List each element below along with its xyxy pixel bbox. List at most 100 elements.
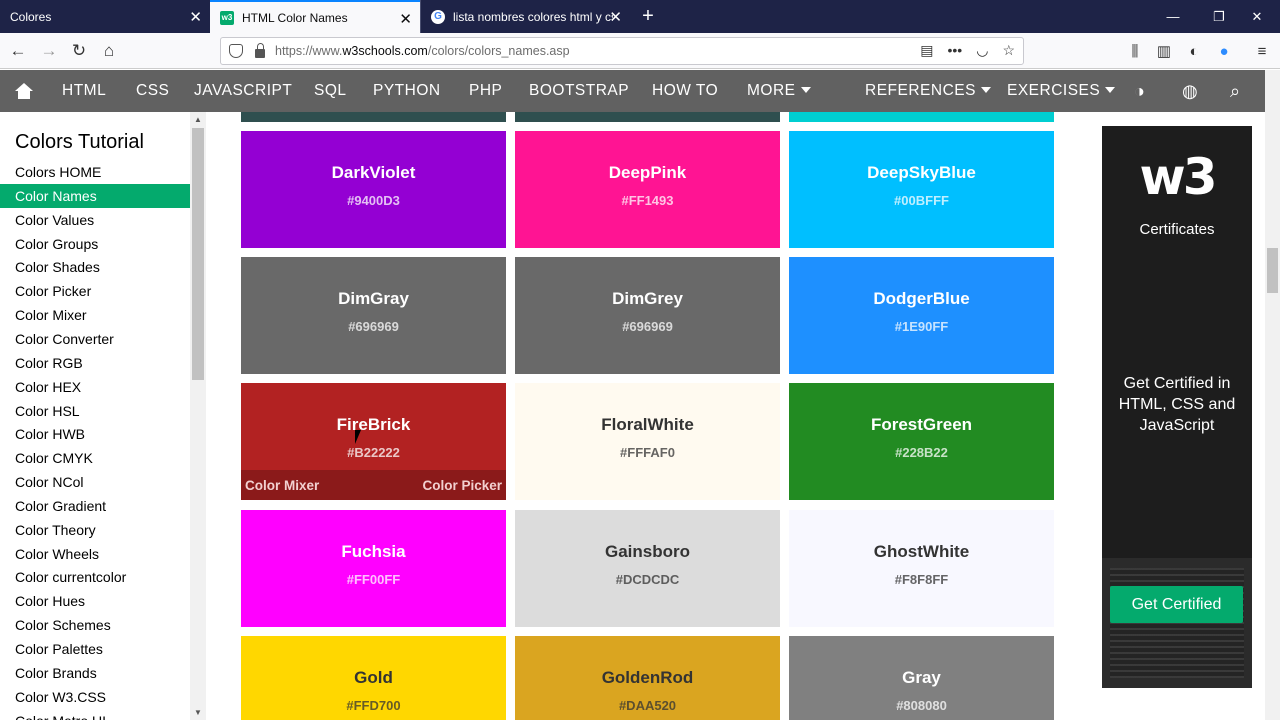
sidebar-item[interactable]: Color HSL	[0, 399, 190, 423]
sidebar-item[interactable]: Color Metro UI	[0, 709, 190, 720]
scroll-up-arrow-icon[interactable]: ▲	[190, 112, 206, 126]
browser-tab-html-color-names[interactable]: w3 HTML Color Names ✕	[210, 0, 420, 33]
sidebar-item[interactable]: Color Picker	[0, 279, 190, 303]
menu-python[interactable]: PYTHON	[373, 70, 441, 112]
color-swatch[interactable]: Gray #808080	[789, 636, 1054, 720]
address-bar[interactable]: https://www. w3schools.com/colors/colors_…	[220, 37, 1024, 65]
forward-arrow-icon[interactable]: →	[37, 39, 61, 63]
account-icon[interactable]: ◐	[1183, 39, 1205, 63]
home-icon[interactable]: ⌂	[97, 39, 121, 63]
color-swatch[interactable]: Gold #FFD700	[241, 636, 506, 720]
menu-bootstrap[interactable]: BOOTSTRAP	[529, 70, 629, 112]
sidebar-item[interactable]: Color Hues	[0, 589, 190, 613]
sidebar-item[interactable]: Color Brands	[0, 661, 190, 685]
menu-javascript[interactable]: JAVASCRIPT	[194, 70, 292, 112]
get-certified-button[interactable]: Get Certified	[1110, 586, 1243, 623]
sidebar-item[interactable]: Color Mixer	[0, 303, 190, 327]
color-swatch-partial[interactable]	[241, 112, 506, 122]
color-mixer-link[interactable]: Color Mixer	[245, 478, 319, 493]
color-swatch[interactable]: FloralWhite #FFFAF0	[515, 383, 780, 500]
color-swatch[interactable]: ForestGreen #228B22	[789, 383, 1054, 500]
sidebar-item[interactable]: Color Names	[0, 183, 190, 208]
color-swatch[interactable]: DeepSkyBlue #00BFFF	[789, 131, 1054, 248]
bookmark-star-icon[interactable]: ☆	[1002, 42, 1015, 59]
dark-mode-icon[interactable]: ◑	[1134, 70, 1145, 112]
sidebar-scrollbar-thumb[interactable]	[192, 128, 204, 380]
scroll-down-arrow-icon[interactable]: ▼	[190, 705, 206, 719]
reader-view-icon[interactable]: ▤	[920, 42, 933, 59]
close-window-icon[interactable]: ✕	[1234, 0, 1280, 33]
color-swatch[interactable]: Gainsboro #DCDCDC	[515, 510, 780, 627]
menu-references[interactable]: REFERENCES	[865, 70, 991, 112]
sidebar-item[interactable]: Color currentcolor	[0, 565, 190, 589]
color-hex: #DCDCDC	[615, 572, 680, 587]
sidebar-item[interactable]: Color Theory	[0, 518, 190, 542]
color-swatch[interactable]: DeepPink #FF1493	[515, 131, 780, 248]
zoom-extension-icon[interactable]: ●	[1213, 39, 1235, 63]
color-picker-link[interactable]: Color Picker	[422, 478, 502, 493]
color-swatch-partial[interactable]	[515, 112, 780, 122]
color-swatch[interactable]: DimGray #696969	[241, 257, 506, 374]
sidebar-item[interactable]: Color Palettes	[0, 637, 190, 661]
sidebar-item[interactable]: Color Values	[0, 208, 190, 232]
sidebar-item[interactable]: Color W3.CSS	[0, 685, 190, 709]
caret-down-icon	[980, 87, 991, 93]
color-swatch[interactable]: DarkViolet #9400D3	[241, 131, 506, 248]
close-tab-icon[interactable]: ✕	[609, 8, 622, 26]
color-swatch-partial[interactable]	[789, 112, 1054, 122]
color-swatch[interactable]: DimGrey #696969	[515, 257, 780, 374]
reload-icon[interactable]: ↻	[67, 39, 91, 63]
close-tab-icon[interactable]: ✕	[399, 10, 412, 28]
page-scrollbar-thumb[interactable]	[1267, 248, 1278, 293]
menu-html[interactable]: HTML	[62, 70, 106, 112]
menu-how-to[interactable]: HOW TO	[652, 70, 718, 112]
home-link[interactable]	[15, 70, 33, 112]
sidebar-item[interactable]: Colors HOME	[0, 160, 190, 184]
library-icon[interactable]: ⫼	[1124, 39, 1146, 63]
sidebar-toggle-icon[interactable]: ▥	[1153, 39, 1175, 63]
browser-tab-google-search[interactable]: G lista nombres colores html y cs ✕	[420, 0, 630, 33]
back-arrow-icon[interactable]: ←	[6, 39, 30, 63]
sidebar-item[interactable]: Color NCol	[0, 470, 190, 494]
close-tab-icon[interactable]: ✕	[189, 8, 202, 26]
sidebar: Colors Tutorial Colors HOME Color Names Co…	[0, 112, 190, 720]
page-scrollbar[interactable]	[1265, 70, 1280, 720]
color-hex: #00BFFF	[894, 193, 949, 208]
minimize-window-icon[interactable]: —	[1150, 0, 1196, 33]
menu-css[interactable]: CSS	[136, 70, 169, 112]
pocket-icon[interactable]: ◡	[976, 42, 988, 59]
lock-icon[interactable]	[255, 42, 265, 58]
more-actions-icon[interactable]: •••	[948, 42, 963, 59]
sidebar-item[interactable]: Color HEX	[0, 375, 190, 399]
color-swatch[interactable]: FireBrick #B22222 Color Mixer Color Picker	[241, 383, 506, 500]
sidebar-item[interactable]: Color Groups	[0, 232, 190, 256]
color-name: Gold	[354, 668, 393, 687]
menu-sql[interactable]: SQL	[314, 70, 347, 112]
color-hex: #808080	[896, 698, 947, 713]
sidebar-item[interactable]: Color Shades	[0, 255, 190, 279]
w3schools-top-menu: HTML CSS JAVASCRIPT SQL PYTHON PHP BOOTS…	[0, 70, 1265, 112]
color-swatch[interactable]: GoldenRod #DAA520	[515, 636, 780, 720]
sidebar-item[interactable]: Color Converter	[0, 327, 190, 351]
certificates-ad[interactable]: w3 Certificates Get Certified in HTML, C…	[1102, 126, 1252, 688]
globe-icon[interactable]: ◍	[1182, 70, 1198, 112]
sidebar-item[interactable]: Color Wheels	[0, 542, 190, 566]
sidebar-item[interactable]: Color HWB	[0, 422, 190, 446]
browser-tab-colores[interactable]: Colores ✕	[0, 0, 210, 33]
sidebar-item[interactable]: Color Gradient	[0, 494, 190, 518]
search-icon[interactable]: ⌕	[1230, 70, 1241, 112]
sidebar-item[interactable]: Color RGB	[0, 351, 190, 375]
menu-php[interactable]: PHP	[469, 70, 502, 112]
sidebar-item[interactable]: Color Schemes	[0, 613, 190, 637]
sidebar-item[interactable]: Color CMYK	[0, 446, 190, 470]
color-name: FireBrick	[336, 415, 411, 434]
color-name: DimGray	[338, 289, 409, 308]
hamburger-menu-icon[interactable]: ≡	[1251, 39, 1273, 63]
menu-more[interactable]: MORE	[747, 70, 811, 112]
tracking-shield-icon[interactable]	[229, 44, 243, 58]
color-swatch[interactable]: Fuchsia #FF00FF	[241, 510, 506, 627]
color-swatch[interactable]: DodgerBlue #1E90FF	[789, 257, 1054, 374]
new-tab-plus-icon[interactable]: +	[630, 0, 666, 33]
menu-exercises[interactable]: EXERCISES	[1007, 70, 1116, 112]
color-swatch[interactable]: GhostWhite #F8F8FF	[789, 510, 1054, 627]
